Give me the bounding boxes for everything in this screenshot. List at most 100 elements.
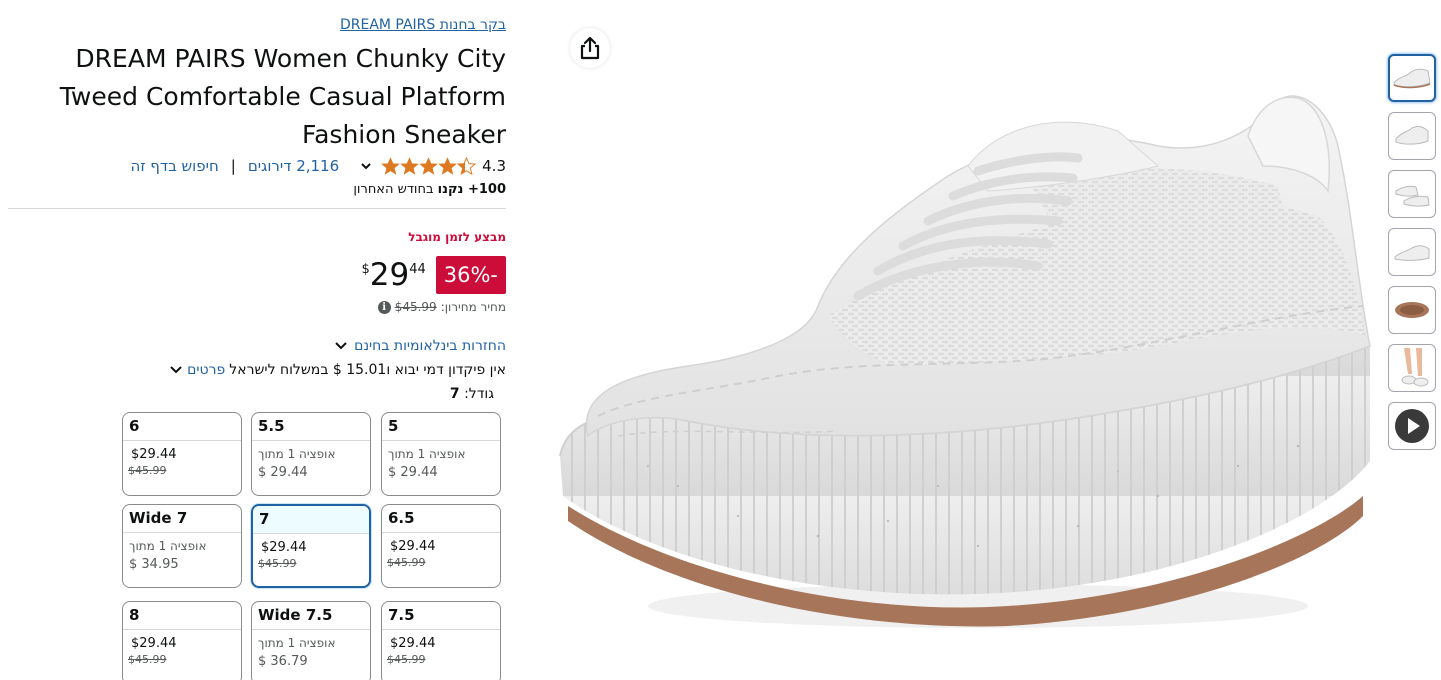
size-price: $29.44	[261, 540, 307, 555]
size-option[interactable]: 6.5 $29.44 $45.99	[381, 504, 501, 588]
size-list-price: $45.99	[382, 651, 500, 666]
leg-thumbnail-icon	[1401, 348, 1429, 387]
rating-row: 4.3 2,116 דירוגים | חיפוש בדף זה	[131, 155, 506, 177]
title-line-3: Fashion Sneaker	[302, 120, 506, 149]
size-availability: אופציה 1 מתוך	[388, 447, 466, 461]
size-list-price-value: $45.99	[387, 653, 426, 666]
size-list-price-value: $45.99	[128, 464, 167, 477]
list-price-row: מחיר מחירון: $45.99 i	[377, 300, 506, 314]
title-line-2: Tweed Comfortable Casual Platform	[59, 82, 506, 111]
chevron-down-icon[interactable]	[169, 363, 183, 377]
chevron-down-icon	[335, 342, 347, 350]
chevron-down-icon[interactable]	[359, 159, 373, 173]
price-row: -36% $ 29 44	[361, 256, 506, 294]
sneaker-thumbnail-icon	[1394, 245, 1430, 261]
sneaker-thumbnail-icon	[1393, 68, 1431, 89]
limited-deal-badge: מבצע לזמן מוגבל	[408, 230, 506, 244]
size-list-price-value: $45.99	[128, 653, 167, 666]
size-price: $ 29.44	[258, 465, 308, 480]
shipping-details-link[interactable]: פרטים	[187, 362, 225, 378]
star-icon	[400, 156, 419, 175]
bought-suffix: בחודש האחרון	[353, 182, 438, 197]
size-price: $29.44	[131, 447, 177, 462]
product-info: בקר בחנות DREAM PAIRS DREAM PAIRS Women …	[8, 0, 506, 680]
free-returns-link[interactable]: החזרות בינלאומיות בחינם	[334, 338, 506, 354]
size-options: 5 אופציה 1 מתוך $ 29.44 5.5 אופציה 1 מתו…	[121, 412, 501, 680]
sneaker-thumbnail-icon	[1395, 185, 1430, 207]
size-name: 6	[123, 413, 241, 441]
size-name: 7	[253, 506, 369, 534]
size-option[interactable]: 8 $29.44 $45.99	[122, 601, 242, 680]
size-price: $29.44	[390, 539, 436, 554]
price-fraction: 44	[409, 262, 426, 277]
thumbnail-sole-view[interactable]	[1388, 286, 1436, 334]
size-list-price-value: $45.99	[258, 557, 297, 570]
rating-value[interactable]: 4.3	[482, 157, 506, 175]
size-price: $29.44	[390, 636, 436, 651]
star-icon	[381, 156, 400, 175]
sneaker-image	[559, 95, 1371, 628]
size-option-selected[interactable]: 7 $29.44 $45.99	[251, 504, 371, 588]
thumbnail-video[interactable]	[1388, 402, 1436, 450]
size-list-price-value: $45.99	[387, 556, 426, 569]
size-price: $29.44	[131, 636, 177, 651]
current-price: $ 29 44	[361, 256, 425, 294]
thumbnail-side-view[interactable]	[1388, 54, 1436, 102]
star-rating[interactable]	[381, 156, 477, 176]
size-name: 8	[123, 602, 241, 630]
size-name: 7.5	[382, 602, 500, 630]
visit-store-link[interactable]: בקר בחנות DREAM PAIRS	[340, 17, 506, 33]
size-price: $ 34.95	[129, 557, 179, 572]
divider	[8, 208, 506, 209]
size-name: Wide 7	[123, 505, 241, 533]
share-button[interactable]	[570, 28, 610, 68]
sole-thumbnail-icon	[1395, 302, 1429, 318]
size-name: 6.5	[382, 505, 500, 533]
price-whole: 29	[369, 257, 410, 293]
size-list-price: $45.99	[382, 554, 500, 569]
bought-count: 100+ נקנו	[437, 182, 506, 197]
star-icon	[438, 156, 457, 175]
thumbnail-pair-view[interactable]	[1388, 170, 1436, 218]
half-star-icon	[457, 156, 477, 175]
size-label-text: גודל:	[464, 386, 494, 402]
ratings-count-link[interactable]: 2,116 דירוגים	[248, 157, 339, 175]
size-list-price: $45.99	[253, 555, 369, 570]
size-price: $ 36.79	[258, 654, 308, 669]
size-option[interactable]: Wide 7 אופציה 1 מתוך $ 34.95	[122, 504, 242, 588]
shipping-text: אין פיקדון דמי יבוא ו15.01 $ במשלוח לישר…	[229, 362, 506, 378]
sneaker-thumbnail-icon	[1395, 126, 1429, 145]
size-list-price: $45.99	[123, 651, 241, 666]
thumbnail-on-foot-view[interactable]	[1388, 344, 1436, 392]
size-option[interactable]: 5 אופציה 1 מתוך $ 29.44	[381, 412, 501, 496]
shipping-info: אין פיקדון דמי יבוא ו15.01 $ במשלוח לישר…	[169, 362, 506, 378]
discount-badge: -36%	[435, 256, 506, 294]
star-icon	[419, 156, 438, 175]
size-option[interactable]: 7.5 $29.44 $45.99	[381, 601, 501, 680]
main-product-image[interactable]	[558, 16, 1380, 680]
thumbnail-top-view[interactable]	[1388, 228, 1436, 276]
size-name: 5	[382, 413, 500, 441]
list-price-value: $45.99	[394, 300, 437, 314]
rating-separator: |	[230, 157, 236, 175]
share-icon	[580, 36, 600, 60]
size-option[interactable]: 5.5 אופציה 1 מתוך $ 29.44	[251, 412, 371, 496]
size-availability: אופציה 1 מתוך	[258, 636, 336, 650]
size-option[interactable]: 6 $29.44 $45.99	[122, 412, 242, 496]
thumbnail-three-quarter-view[interactable]	[1388, 112, 1436, 160]
selected-size: 7	[449, 386, 460, 402]
size-availability: אופציה 1 מתוך	[129, 539, 207, 553]
search-page-link[interactable]: חיפוש בדף זה	[131, 157, 219, 175]
returns-label: החזרות בינלאומיות בחינם	[354, 338, 506, 354]
size-name: 5.5	[252, 413, 370, 441]
play-icon	[1395, 409, 1429, 443]
title-line-1: DREAM PAIRS Women Chunky City	[75, 44, 506, 73]
info-icon[interactable]: i	[377, 300, 391, 314]
list-price-label: מחיר מחירון:	[440, 300, 506, 314]
size-option[interactable]: Wide 7.5 אופציה 1 מתוך $ 36.79	[251, 601, 371, 680]
size-list-price: $45.99	[123, 462, 241, 477]
size-price: $ 29.44	[388, 465, 438, 480]
size-label: גודל: 7	[450, 386, 494, 402]
price-currency: $	[361, 262, 370, 277]
size-name: Wide 7.5	[252, 602, 370, 630]
